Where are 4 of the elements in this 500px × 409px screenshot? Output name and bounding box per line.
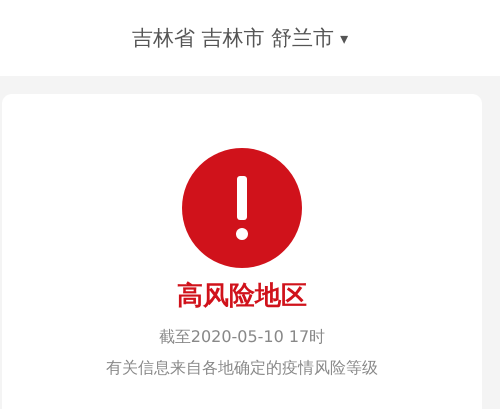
location-selector[interactable]: 吉林省 吉林市 舒兰市 ▾	[132, 24, 348, 52]
update-time: 截至2020-05-10 17时	[158, 327, 326, 348]
source-note: 有关信息来自各地确定的疫情风险等级	[106, 358, 378, 379]
risk-title: 高风险地区	[177, 280, 307, 313]
